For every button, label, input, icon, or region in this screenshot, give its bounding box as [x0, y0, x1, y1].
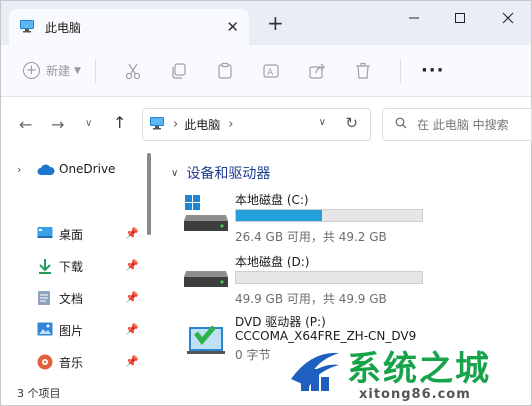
new-button[interactable]: + 新建 ▼: [23, 62, 81, 79]
breadcrumb-this-pc[interactable]: 此电脑: [184, 116, 220, 133]
toolbar-divider: [94, 58, 96, 83]
delete-icon[interactable]: [350, 58, 376, 84]
recent-locations-chevron-icon[interactable]: ∨: [85, 118, 92, 129]
copy-icon[interactable]: [166, 58, 192, 84]
paste-icon[interactable]: [212, 58, 238, 84]
drive-name: DVD 驱动器 (P:): [235, 315, 326, 329]
search-placeholder: 在 此电脑 中搜索: [417, 118, 509, 132]
sidebar-item-label: 图片: [59, 324, 84, 338]
close-tab-icon[interactable]: ✕: [226, 18, 239, 36]
drive-space-info: 49.9 GB 可用，共 49.9 GB: [235, 292, 387, 306]
sidebar-item-desktop[interactable]: 桌面 📌: [1, 219, 147, 249]
svg-text:A: A: [267, 68, 274, 78]
watermark-site: xitong86.com: [359, 387, 471, 402]
pin-icon[interactable]: 📌: [125, 355, 139, 368]
pictures-icon: [37, 322, 53, 338]
drive-name: 本地磁盘 (C:): [235, 193, 309, 207]
file-explorer-window: 此电脑 ✕ + + 新建 ▼ A ··· ← → ∨ ↑ › 此电脑 › ∨ ↻…: [0, 0, 532, 406]
sidebar-scrollbar[interactable]: [147, 153, 151, 235]
drive-usage-fill: [236, 210, 322, 221]
cloud-icon: [37, 164, 55, 180]
plus-icon: +: [23, 62, 40, 79]
group-header-label: 设备和驱动器: [186, 166, 271, 182]
sidebar-item-label: 文档: [59, 292, 84, 306]
group-header[interactable]: ∨ 设备和驱动器: [171, 163, 270, 183]
pin-icon[interactable]: 📌: [125, 291, 139, 304]
share-icon[interactable]: [304, 58, 330, 84]
cut-icon[interactable]: [120, 58, 146, 84]
watermark-title: 系统之城: [347, 349, 491, 389]
drive-item-c[interactable]: 本地磁盘 (C:) 26.4 GB 可用，共 49.2 GB: [181, 191, 521, 247]
address-dropdown-icon[interactable]: ∨: [319, 117, 326, 128]
sidebar-item-pictures[interactable]: 图片 📌: [1, 315, 147, 345]
desktop-icon: [37, 226, 53, 242]
drive-icon: [183, 257, 228, 297]
maximize-button[interactable]: [437, 1, 483, 35]
item-count: 3 个项目: [17, 387, 61, 400]
back-arrow-icon[interactable]: ←: [19, 115, 32, 134]
search-input[interactable]: 在 此电脑 中搜索: [382, 108, 532, 141]
rename-icon[interactable]: A: [258, 58, 284, 84]
up-arrow-icon[interactable]: ↑: [113, 113, 126, 132]
drive-space-info: 0 字节: [235, 348, 271, 362]
pin-icon[interactable]: 📌: [125, 227, 139, 240]
drive-name: 本地磁盘 (D:): [235, 255, 310, 269]
computer-icon: [149, 116, 165, 133]
chevron-down-icon: ▼: [74, 65, 81, 76]
sidebar-item-onedrive[interactable]: › OneDrive: [1, 155, 147, 185]
watermark-logo-icon: [283, 339, 345, 404]
sidebar-item-label: 下载: [59, 260, 84, 274]
command-bar: + 新建 ▼ A ···: [1, 45, 531, 97]
new-button-label: 新建: [46, 64, 71, 78]
windows-drive-icon: [183, 195, 228, 235]
download-icon: [37, 258, 53, 274]
title-bar: 此电脑 ✕ +: [1, 1, 531, 45]
watermark: 系统之城 xitong86.com: [283, 337, 531, 405]
sidebar-item-documents[interactable]: 文档 📌: [1, 283, 147, 313]
pin-icon[interactable]: 📌: [125, 259, 139, 272]
drive-usage-bar: [235, 209, 423, 222]
close-window-button[interactable]: [485, 1, 531, 35]
sidebar-item-label: 音乐: [59, 356, 84, 370]
more-options-button[interactable]: ···: [421, 60, 445, 81]
breadcrumb-chevron-icon[interactable]: ›: [228, 117, 233, 132]
sidebar-item-music[interactable]: 音乐 📌: [1, 347, 147, 377]
toolbar-divider: [399, 58, 401, 83]
new-tab-button[interactable]: +: [267, 13, 284, 33]
computer-icon: [19, 19, 35, 36]
breadcrumb-chevron-icon[interactable]: ›: [173, 117, 178, 132]
chevron-down-icon[interactable]: ∨: [171, 168, 178, 179]
drive-item-d[interactable]: 本地磁盘 (D:) 49.9 GB 可用，共 49.9 GB: [181, 253, 521, 309]
navigation-pane: › OneDrive 桌面 📌 下载 📌 文档 📌 图片 📌 音乐 📌: [1, 151, 151, 381]
pin-icon[interactable]: 📌: [125, 323, 139, 336]
refresh-icon[interactable]: ↻: [345, 114, 358, 132]
chevron-right-icon[interactable]: ›: [17, 163, 21, 176]
tab-this-pc[interactable]: 此电脑 ✕: [9, 9, 249, 45]
minimize-button[interactable]: [391, 1, 437, 35]
document-icon: [37, 290, 53, 306]
forward-arrow-icon[interactable]: →: [51, 115, 64, 134]
search-icon: [395, 117, 407, 132]
drive-space-info: 26.4 GB 可用，共 49.2 GB: [235, 230, 387, 244]
address-bar[interactable]: › 此电脑 › ∨ ↻: [142, 108, 371, 141]
dvd-drive-icon: [183, 317, 227, 357]
tab-label: 此电脑: [45, 20, 82, 35]
sidebar-item-downloads[interactable]: 下载 📌: [1, 251, 147, 281]
sidebar-item-label: OneDrive: [59, 162, 116, 176]
music-icon: [37, 354, 53, 370]
drive-usage-bar: [235, 271, 423, 284]
sidebar-item-label: 桌面: [59, 228, 84, 242]
